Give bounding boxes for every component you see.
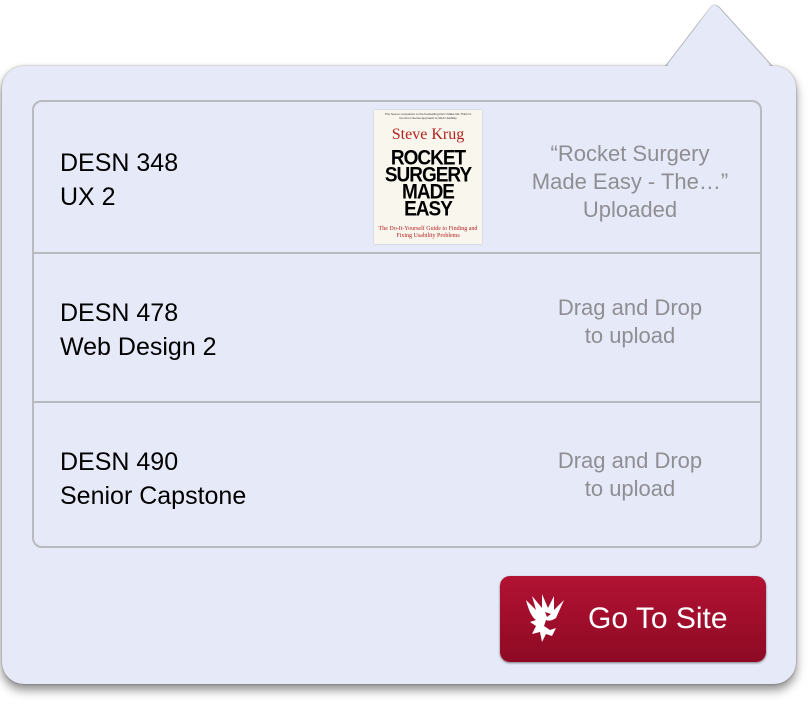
status-line: Drag and Drop	[557, 295, 703, 320]
course-title: DESN 478 Web Design 2	[60, 296, 217, 364]
course-name: Web Design 2	[60, 333, 217, 361]
eagle-logo-icon	[526, 594, 564, 642]
status-line: Drag and Drop	[557, 448, 703, 473]
status-line: Uploaded	[582, 197, 678, 222]
course-code: DESN 490	[60, 448, 179, 476]
book-subtitle: The Do-It-Yourself Guide to Finding and …	[378, 226, 478, 239]
course-row[interactable]: DESN 348 UX 2 The how-to companion to th…	[34, 102, 760, 250]
status-line: Made Easy - The…”	[531, 169, 729, 194]
go-to-site-label: Go To Site	[588, 602, 728, 635]
popover-arrow-fill	[665, 5, 773, 70]
book-title-line: EASY	[404, 197, 453, 222]
course-code: DESN 348	[60, 149, 179, 177]
course-row[interactable]: DESN 490 Senior Capstone Drag and Drop t…	[34, 401, 760, 546]
course-title: DESN 348 UX 2	[60, 146, 178, 214]
status-line: “Rocket Surgery	[550, 141, 710, 166]
drop-zone[interactable]: Drag and Drop to upload	[520, 447, 740, 503]
course-title: DESN 490 Senior Capstone	[60, 445, 246, 513]
course-name: Senior Capstone	[60, 482, 247, 510]
book-blurb: The how-to companion to the bestselling …	[384, 112, 472, 120]
go-to-site-button[interactable]: Go To Site	[500, 576, 766, 662]
course-code: DESN 478	[60, 299, 179, 327]
status-line: to upload	[584, 476, 676, 501]
course-row[interactable]: DESN 478 Web Design 2 Drag and Drop to u…	[34, 252, 760, 400]
upload-status: “Rocket Surgery Made Easy - The…” Upload…	[520, 140, 740, 224]
book-author: Steve Krug	[391, 126, 465, 143]
course-list: DESN 348 UX 2 The how-to companion to th…	[32, 100, 762, 548]
book-cover-thumbnail[interactable]: The how-to companion to the bestselling …	[374, 110, 482, 244]
drop-zone[interactable]: Drag and Drop to upload	[520, 294, 740, 350]
course-name: UX 2	[60, 183, 116, 211]
status-line: to upload	[584, 323, 676, 348]
